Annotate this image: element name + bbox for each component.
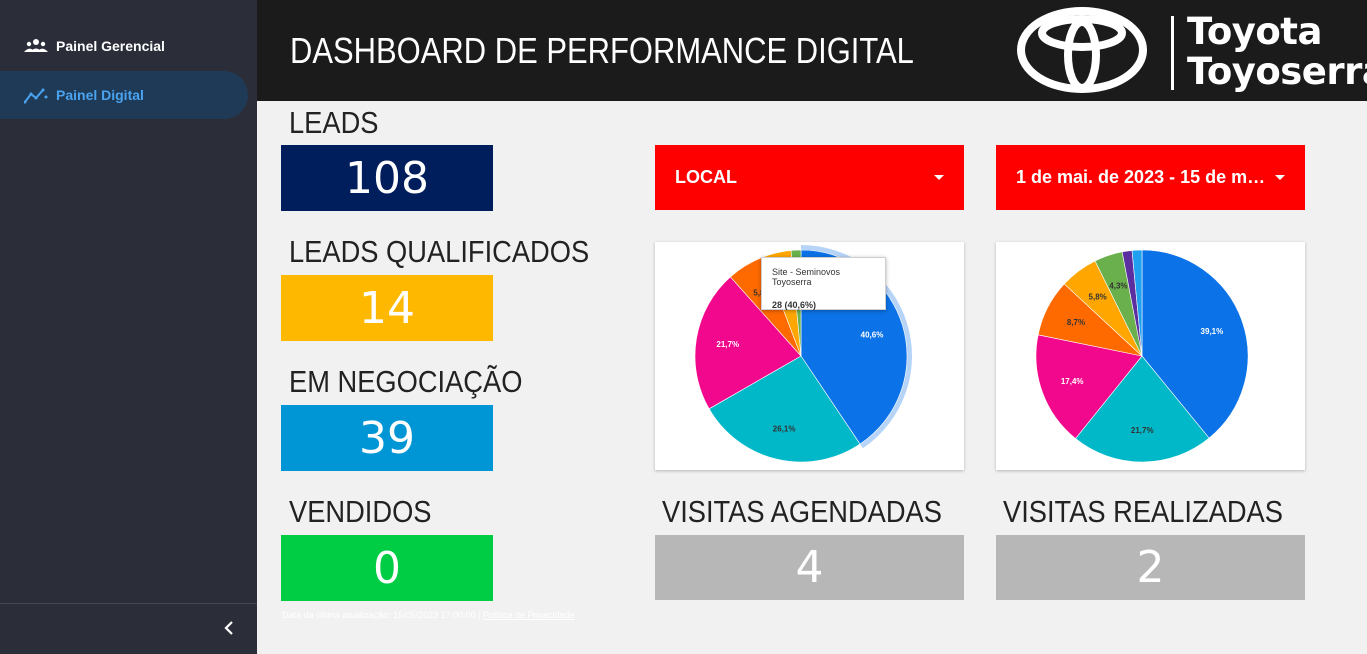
visits-scheduled-label: VISITAS AGENDADAS: [662, 494, 942, 529]
pie-chart-card-2: 39,1% 21,7% 17,4% 8,7% 5,8% 4,3%: [996, 242, 1305, 470]
chevron-left-icon: [223, 620, 235, 640]
pie-slice-label-0: 40,6%: [861, 330, 884, 339]
pie-slice-label-1: 26,1%: [773, 424, 796, 433]
toyota-emblem-icon: [1017, 6, 1147, 99]
date-range-dropdown[interactable]: 1 de mai. de 2023 - 15 de mai. de 2023: [996, 145, 1305, 210]
sold-label: VENDIDOS: [289, 494, 432, 529]
leads-label: LEADS: [289, 105, 379, 140]
pie-slice-label-2: 17,4%: [1061, 377, 1084, 386]
pie-slice-label-5: 4,3%: [1109, 282, 1127, 291]
sidebar-item-label: Painel Digital: [56, 87, 144, 103]
local-filter-value: LOCAL: [675, 167, 737, 187]
tooltip-value: 28 (40,6%): [772, 300, 817, 310]
footer-note: Data da última atualização: 15/05/2023 1…: [282, 610, 575, 620]
sidebar-item-label: Painel Gerencial: [56, 38, 165, 54]
pie-slice-label-4: 5,8%: [1089, 293, 1107, 302]
caret-down-icon: [1275, 175, 1285, 180]
leads-value: 108: [281, 145, 493, 211]
caret-down-icon: [934, 175, 944, 180]
brand-logo-text: Toyota Toyoserra: [1187, 12, 1367, 92]
date-range-value: 1 de mai. de 2023 - 15 de mai. de 2023: [1016, 167, 1266, 187]
pie-slice-label-3: 8,7%: [1067, 318, 1085, 327]
pie-chart-2[interactable]: 39,1% 21,7% 17,4% 8,7% 5,8%4,3%: [996, 242, 1305, 470]
collapse-sidebar-button[interactable]: [216, 617, 242, 643]
qualified-leads-value: 14: [281, 275, 493, 341]
page-title: DASHBOARD DE PERFORMANCE DIGITAL: [290, 30, 914, 71]
pie-slice-label-2: 21,7%: [716, 340, 739, 349]
pie-slice-label-1: 21,7%: [1131, 426, 1154, 435]
sidebar-item-painel-gerencial[interactable]: Painel Gerencial: [0, 22, 257, 70]
tooltip-title: Site - Seminovos Toyoserra: [772, 267, 841, 287]
pie-slice-label-0: 39,1%: [1201, 327, 1224, 336]
footer-separator: |: [478, 610, 481, 620]
logo-divider: [1171, 16, 1174, 90]
privacy-policy-link[interactable]: Política de Privacidade: [483, 610, 575, 620]
sold-value: 0: [281, 535, 493, 601]
page-header: DASHBOARD DE PERFORMANCE DIGITAL Toyota …: [257, 0, 1367, 101]
qualified-leads-label: LEADS QUALIFICADOS: [289, 234, 590, 269]
last-update-text: Data da última atualização: 15/05/2023 1…: [282, 610, 476, 620]
visits-done-value: 2: [996, 535, 1305, 600]
trend-chart-icon: [24, 83, 48, 107]
chart-tooltip: Site - Seminovos Toyoserra 28 (40,6%): [761, 257, 886, 310]
sidebar-divider: [0, 603, 257, 604]
people-group-icon: [24, 34, 48, 58]
brand-name-line2: Toyoserra: [1187, 50, 1367, 93]
negotiation-value: 39: [281, 405, 493, 471]
local-filter-dropdown[interactable]: LOCAL: [655, 145, 964, 210]
visits-done-label: VISITAS REALIZADAS: [1003, 494, 1283, 529]
negotiation-label: EM NEGOCIAÇÃO: [289, 364, 523, 399]
sidebar: Painel Gerencial Painel Digital: [0, 0, 257, 654]
brand-name-line1: Toyota: [1187, 10, 1322, 53]
visits-scheduled-value: 4: [655, 535, 964, 600]
sidebar-item-painel-digital[interactable]: Painel Digital: [0, 71, 248, 119]
